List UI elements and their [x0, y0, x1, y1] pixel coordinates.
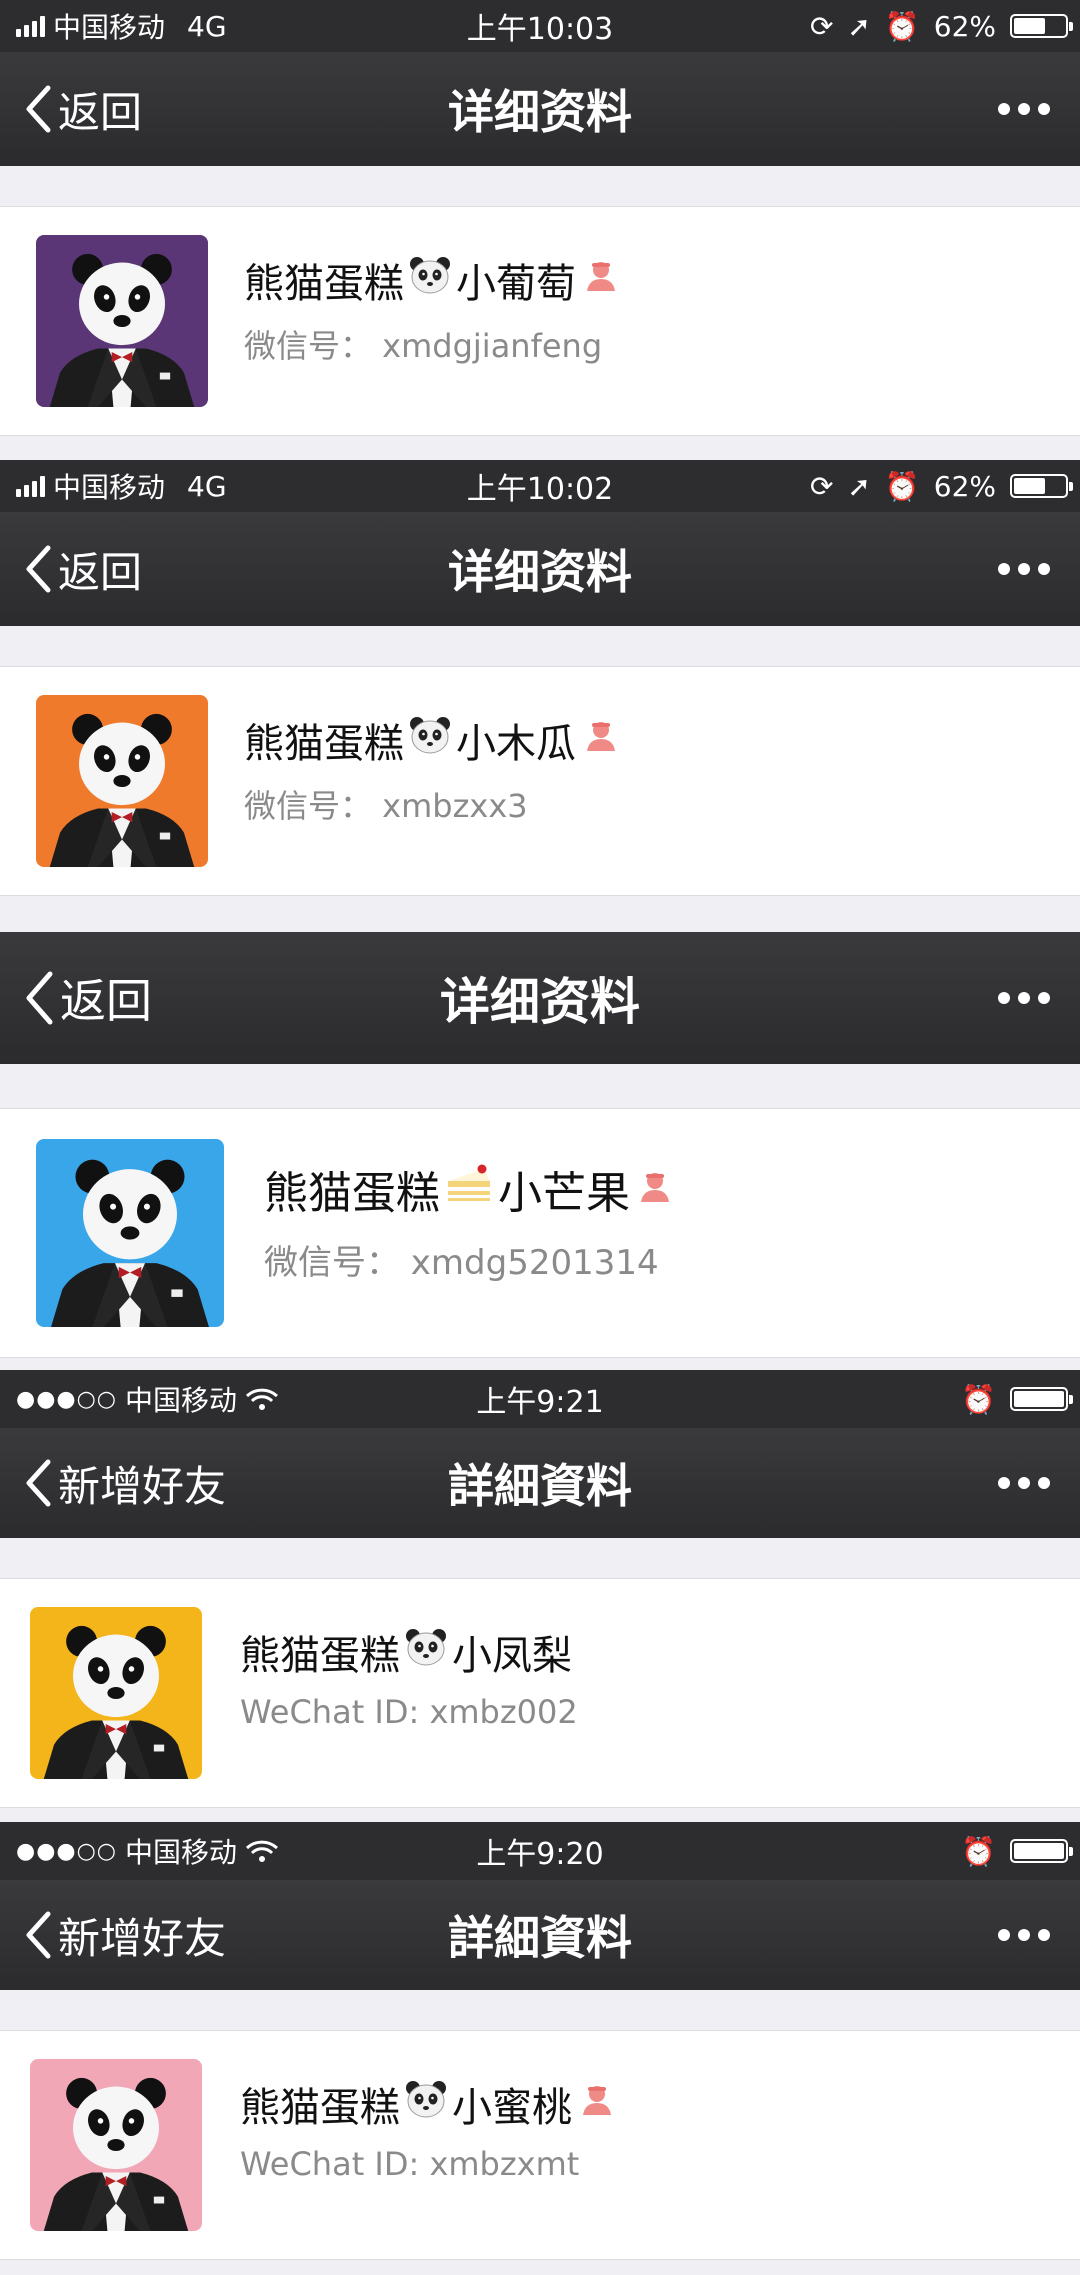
panda-avatar-art: [36, 1139, 224, 1327]
location-arrow-icon: ➚: [847, 9, 871, 43]
female-icon: [584, 257, 618, 303]
back-button[interactable]: 返回: [24, 512, 142, 626]
nav-bar: 返回 详细资料: [0, 512, 1080, 626]
nav-bar: 新增好友 詳細資料: [0, 1880, 1080, 1990]
more-options-button[interactable]: [998, 1428, 1050, 1538]
page-title: 详细资料: [448, 545, 632, 599]
screenshot-section-5: ●●●○○ 中国移动 上午9:20 ⏰ 新增好友 詳細資料 熊猫蛋糕 小蜜桃 We…: [0, 1822, 1080, 2275]
screenshot-section-4: ●●●○○ 中国移动 上午9:21 ⏰ 新增好友 詳細資料 熊猫蛋糕 小凤梨 We…: [0, 1370, 1080, 1822]
profile-name: 熊猫蛋糕 小芒果: [264, 1157, 672, 1221]
profile-card: 熊猫蛋糕 小木瓜 微信号： xmbzxx3: [0, 666, 1080, 896]
battery-percent: 62%: [933, 469, 996, 503]
nav-bar: 新增好友 詳細資料: [0, 1428, 1080, 1538]
panda-avatar-art: [30, 2059, 202, 2231]
back-button[interactable]: 返回: [24, 932, 152, 1064]
profile-name: 熊猫蛋糕 小木瓜: [244, 711, 618, 769]
back-label: 返回: [60, 974, 152, 1028]
avatar[interactable]: [30, 2059, 202, 2231]
more-options-button[interactable]: [998, 1880, 1050, 1990]
status-bar: 中国移动 4G 上午10:03 ⟳ ➚ ⏰ 62%: [0, 0, 1080, 52]
battery-icon: [1010, 1387, 1073, 1411]
profile-name: 熊猫蛋糕 小葡萄: [244, 251, 618, 309]
rotation-lock-icon: ⟳: [809, 9, 834, 43]
back-button[interactable]: 新增好友: [24, 1880, 226, 1990]
alarm-icon: ⏰: [884, 469, 920, 503]
panda-face-icon: [408, 715, 452, 765]
back-label: 新增好友: [58, 1913, 227, 1963]
panda-face-icon: [408, 255, 452, 305]
wechat-id: 微信号： xmbzxx3: [244, 787, 528, 825]
panda-avatar-art: [36, 695, 208, 867]
status-bar: ●●●○○ 中国移动 上午9:21 ⏰: [0, 1370, 1080, 1428]
battery-icon: [1010, 474, 1073, 498]
wechat-id: 微信号： xmdg5201314: [264, 1243, 659, 1283]
status-time: 上午9:21: [476, 1385, 604, 1420]
wechat-id: 微信号： xmdgjianfeng: [244, 327, 603, 365]
female-icon: [638, 1164, 672, 1215]
more-options-button[interactable]: [998, 52, 1050, 166]
rotation-lock-icon: ⟳: [809, 469, 834, 503]
status-time: 上午10:03: [466, 12, 614, 47]
panda-face-icon: [404, 2079, 448, 2129]
avatar[interactable]: [36, 1139, 224, 1327]
panda-avatar-art: [30, 1607, 202, 1779]
more-options-button[interactable]: [998, 512, 1050, 626]
profile-card: 熊猫蛋糕 小芒果 微信号： xmdg5201314: [0, 1108, 1080, 1358]
female-icon: [580, 2081, 614, 2127]
panda-face-icon: [404, 1627, 448, 1677]
profile-card: 熊猫蛋糕 小凤梨 WeChat ID: xmbz002: [0, 1578, 1080, 1808]
avatar[interactable]: [36, 695, 208, 867]
chevron-left-icon: [26, 1459, 51, 1507]
status-time: 上午10:02: [466, 472, 614, 507]
status-bar: ●●●○○ 中国移动 上午9:20 ⏰: [0, 1822, 1080, 1880]
status-time: 上午9:20: [476, 1837, 604, 1872]
battery-percent: 62%: [933, 9, 996, 43]
status-bar: 中国移动 4G 上午10:02 ⟳ ➚ ⏰ 62%: [0, 460, 1080, 512]
nav-bar: 返回 详细资料: [0, 52, 1080, 166]
battery-icon: [1010, 1839, 1073, 1863]
chevron-left-icon: [26, 971, 53, 1025]
alarm-icon: ⏰: [961, 1382, 996, 1416]
battery-icon: [1010, 14, 1073, 38]
profile-name: 熊猫蛋糕 小凤梨: [240, 1623, 572, 1681]
location-arrow-icon: ➚: [847, 469, 871, 503]
avatar[interactable]: [36, 235, 208, 407]
profile-card: 熊猫蛋糕 小葡萄 微信号： xmdgjianfeng: [0, 206, 1080, 436]
page-title: 详细资料: [440, 973, 640, 1031]
panda-avatar-art: [36, 235, 208, 407]
chevron-left-icon: [26, 85, 51, 133]
alarm-icon: ⏰: [961, 1834, 996, 1868]
back-button[interactable]: 新增好友: [24, 1428, 226, 1538]
back-label: 返回: [58, 547, 143, 597]
wechat-id: WeChat ID: xmbz002: [240, 1693, 578, 1731]
alarm-icon: ⏰: [884, 9, 920, 43]
more-options-button[interactable]: [998, 932, 1050, 1064]
wechat-id: WeChat ID: xmbzxmt: [240, 2145, 580, 2183]
back-button[interactable]: 返回: [24, 52, 142, 166]
avatar[interactable]: [30, 1607, 202, 1779]
chevron-left-icon: [26, 1911, 51, 1959]
cake-slice-icon: [444, 1163, 494, 1216]
page-title: 详细资料: [448, 85, 632, 139]
screenshot-section-2: 中国移动 4G 上午10:02 ⟳ ➚ ⏰ 62% 返回 详细资料 熊猫蛋糕 小木…: [0, 460, 1080, 920]
profile-name: 熊猫蛋糕 小蜜桃: [240, 2075, 614, 2133]
screenshot-section-1: 中国移动 4G 上午10:03 ⟳ ➚ ⏰ 62% 返回 详细资料 熊猫蛋糕 小葡…: [0, 0, 1080, 460]
profile-card: 熊猫蛋糕 小蜜桃 WeChat ID: xmbzxmt: [0, 2030, 1080, 2260]
back-label: 新增好友: [58, 1461, 227, 1511]
female-icon: [584, 717, 618, 763]
back-label: 返回: [58, 87, 143, 137]
screenshot-section-3: 返回 详细资料 熊猫蛋糕 小芒果 微信号： xmdg5201314: [0, 920, 1080, 1370]
chevron-left-icon: [26, 545, 51, 593]
nav-bar: 返回 详细资料: [0, 932, 1080, 1064]
